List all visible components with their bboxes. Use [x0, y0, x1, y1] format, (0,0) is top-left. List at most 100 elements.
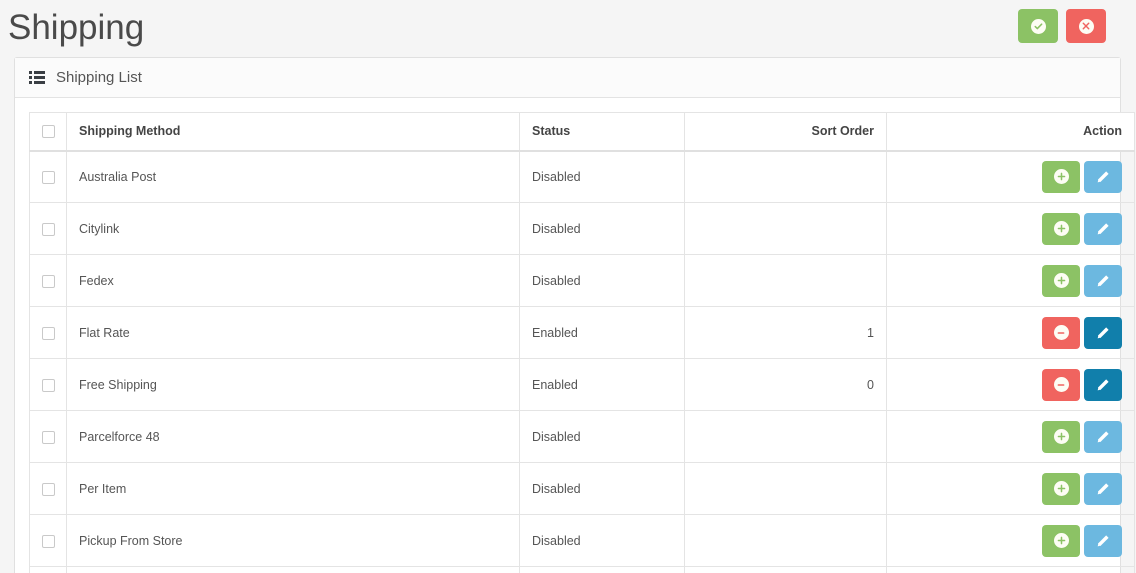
table-row: Free Shipping Enabled 0 — [29, 358, 1135, 411]
cancel-button[interactable] — [1066, 9, 1106, 43]
pencil-icon — [1096, 430, 1110, 444]
install-button[interactable] — [1042, 160, 1080, 193]
cell-partial — [684, 566, 887, 573]
edit-button[interactable] — [1084, 264, 1122, 297]
page-header: Shipping — [0, 0, 1136, 52]
action-button-group — [1042, 160, 1122, 193]
row-checkbox[interactable] — [41, 222, 55, 236]
cell-partial — [886, 566, 1135, 573]
row-checkbox[interactable] — [41, 378, 55, 392]
cell-action — [886, 410, 1135, 463]
cell-action — [886, 514, 1135, 567]
minus-circle-icon — [1053, 325, 1069, 340]
header-actions — [1018, 9, 1121, 43]
cell-status: Enabled — [519, 358, 685, 411]
cell-partial — [66, 566, 520, 573]
row-checkbox[interactable] — [41, 274, 55, 288]
pencil-icon — [1096, 534, 1110, 548]
panel-body: Shipping Method Status Sort Order Action… — [15, 98, 1135, 573]
pencil-icon — [1096, 378, 1110, 392]
cell-status: Disabled — [519, 514, 685, 567]
row-checkbox[interactable] — [41, 326, 55, 340]
cell-action — [886, 254, 1135, 307]
row-select-cell — [29, 462, 67, 515]
check-circle-icon — [1030, 18, 1046, 34]
cell-status: Disabled — [519, 254, 685, 307]
save-button[interactable] — [1018, 9, 1058, 43]
edit-button[interactable] — [1084, 472, 1122, 505]
edit-button[interactable] — [1084, 420, 1122, 453]
edit-button[interactable] — [1084, 160, 1122, 193]
pencil-icon — [1096, 482, 1110, 496]
plus-circle-icon — [1053, 169, 1069, 185]
row-select-cell — [29, 410, 67, 463]
row-select-cell — [29, 358, 67, 411]
plus-circle-icon — [1053, 429, 1069, 444]
action-button-group — [1042, 316, 1122, 349]
plus-circle-icon — [1053, 533, 1069, 548]
shipping-list-panel: Shipping List Shipping Method Status Sor… — [14, 57, 1135, 573]
cell-shipping-method: Australia Post — [66, 150, 520, 203]
times-circle-icon — [1078, 18, 1094, 34]
uninstall-button[interactable] — [1042, 368, 1080, 401]
row-checkbox[interactable] — [41, 534, 55, 548]
cell-action — [886, 202, 1135, 255]
action-button-group — [1042, 212, 1122, 245]
action-button-group — [1042, 264, 1122, 297]
table-row: Per Item Disabled — [29, 462, 1135, 515]
cell-status: Disabled — [519, 410, 685, 463]
cell-status: Enabled — [519, 306, 685, 359]
row-checkbox[interactable] — [41, 482, 55, 496]
select-all-checkbox[interactable] — [41, 125, 55, 139]
cell-action — [886, 150, 1135, 203]
cell-shipping-method: Free Shipping — [66, 358, 520, 411]
cell-partial — [29, 566, 67, 573]
table-header-row: Shipping Method Status Sort Order Action — [29, 112, 1135, 152]
action-button-group — [1042, 472, 1122, 505]
table-row: Fedex Disabled — [29, 254, 1135, 307]
plus-circle-icon — [1053, 221, 1069, 236]
edit-button[interactable] — [1084, 368, 1122, 401]
cell-action — [886, 462, 1135, 515]
edit-button[interactable] — [1084, 524, 1122, 557]
install-button[interactable] — [1042, 420, 1080, 453]
row-checkbox[interactable] — [41, 170, 55, 184]
cell-shipping-method: Parcelforce 48 — [66, 410, 520, 463]
row-select-cell — [29, 306, 67, 359]
pencil-icon — [1096, 274, 1110, 288]
row-checkbox[interactable] — [41, 430, 55, 444]
column-header-status: Status — [519, 112, 685, 152]
edit-button[interactable] — [1084, 212, 1122, 245]
cell-action — [886, 306, 1135, 359]
cell-sort-order — [684, 514, 887, 567]
edit-button[interactable] — [1084, 316, 1122, 349]
table-row: Parcelforce 48 Disabled — [29, 410, 1135, 463]
shipping-table: Shipping Method Status Sort Order Action… — [29, 112, 1135, 573]
cell-sort-order — [684, 150, 887, 203]
uninstall-button[interactable] — [1042, 316, 1080, 349]
table-row: Citylink Disabled — [29, 202, 1135, 255]
install-button[interactable] — [1042, 524, 1080, 557]
install-button[interactable] — [1042, 212, 1080, 245]
cell-partial — [519, 566, 685, 573]
pencil-icon — [1096, 326, 1110, 340]
row-select-cell — [29, 254, 67, 307]
install-button[interactable] — [1042, 264, 1080, 297]
action-button-group — [1042, 524, 1122, 557]
cell-status: Disabled — [519, 462, 685, 515]
plus-circle-icon — [1053, 481, 1069, 496]
pencil-icon — [1096, 222, 1110, 236]
install-button[interactable] — [1042, 472, 1080, 505]
pencil-icon — [1096, 170, 1110, 184]
panel-title: Shipping List — [56, 69, 142, 86]
cell-sort-order: 1 — [684, 306, 887, 359]
minus-circle-icon — [1053, 377, 1069, 392]
cell-status: Disabled — [519, 202, 685, 255]
action-button-group — [1042, 368, 1122, 401]
cell-shipping-method: Per Item — [66, 462, 520, 515]
table-head: Shipping Method Status Sort Order Action — [29, 112, 1135, 152]
row-select-cell — [29, 202, 67, 255]
table-row: Flat Rate Enabled 1 — [29, 306, 1135, 359]
cell-sort-order — [684, 254, 887, 307]
table-row-partial — [29, 566, 1135, 573]
